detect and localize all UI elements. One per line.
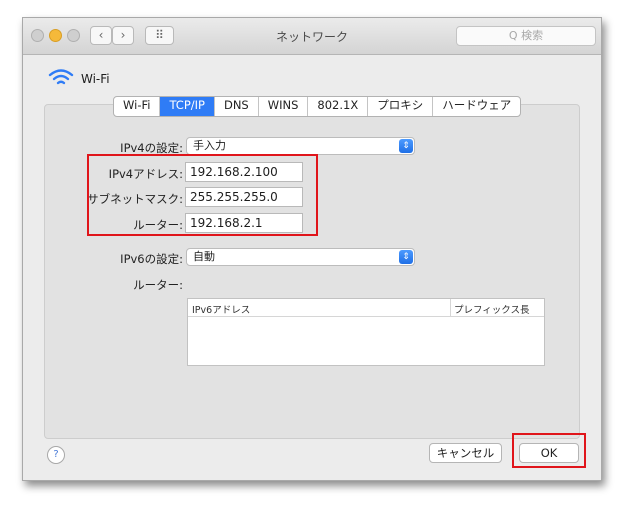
highlight-box-ipv4-fields <box>87 154 318 236</box>
ipv6-router-label: ルーター: <box>133 278 183 292</box>
tab-proxy[interactable]: プロキシ <box>367 97 432 116</box>
column-header-ipv6-address[interactable]: IPv6アドレス <box>192 302 250 316</box>
ipv6-config-select[interactable]: 自動 ⇕ <box>186 248 415 266</box>
column-header-prefix-length[interactable]: プレフィックス長 <box>454 302 530 316</box>
tab-wins[interactable]: WINS <box>257 97 308 116</box>
ipv4-config-select[interactable]: 手入力 ⇕ <box>186 137 415 155</box>
tab-tcpip[interactable]: TCP/IP <box>159 97 214 116</box>
tab-hardware[interactable]: ハードウェア <box>432 97 520 116</box>
network-window: ‹ › ⠿ ネットワーク Q 検索 Wi-Fi Wi-Fi TCP/IP DNS… <box>22 17 602 481</box>
wifi-icon <box>48 69 74 85</box>
tab-8021x[interactable]: 802.1X <box>307 97 367 116</box>
title-bar: ‹ › ⠿ ネットワーク Q 検索 <box>23 18 601 55</box>
interface-name: Wi-Fi <box>81 72 110 86</box>
ipv6-config-value: 自動 <box>193 250 215 263</box>
tab-wifi[interactable]: Wi-Fi <box>114 97 159 116</box>
table-header: IPv6アドレス プレフィックス長 <box>188 299 544 317</box>
highlight-box-ok-button <box>512 433 586 468</box>
tab-bar: Wi-Fi TCP/IP DNS WINS 802.1X プロキシ ハードウェア <box>113 96 522 117</box>
ipv6-address-table[interactable]: IPv6アドレス プレフィックス長 <box>187 298 545 366</box>
ipv4-config-value: 手入力 <box>193 139 226 152</box>
search-field[interactable]: Q 検索 <box>456 26 596 46</box>
chevron-updown-icon: ⇕ <box>399 139 413 153</box>
ipv6-config-label: IPv6の設定: <box>120 252 183 266</box>
cancel-button[interactable]: キャンセル <box>429 443 502 463</box>
help-button[interactable]: ? <box>47 446 65 464</box>
chevron-updown-icon: ⇕ <box>399 250 413 264</box>
tab-dns[interactable]: DNS <box>213 97 258 116</box>
